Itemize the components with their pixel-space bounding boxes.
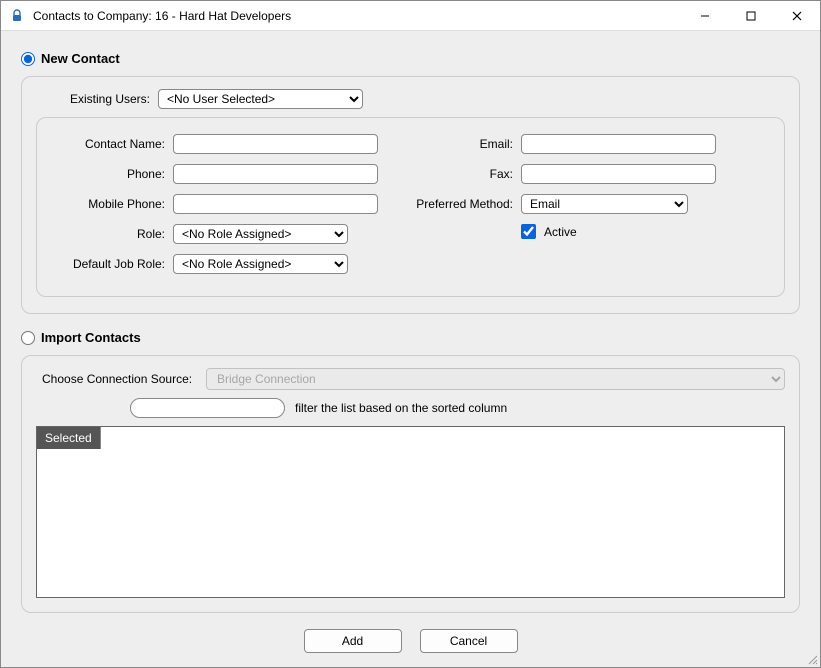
active-checkbox[interactable]: [521, 224, 536, 239]
dialog-window: Contacts to Company: 16 - Hard Hat Devel…: [0, 0, 821, 668]
new-contact-label: New Contact: [41, 51, 120, 66]
phone-input[interactable]: [173, 164, 378, 184]
import-contacts-label: Import Contacts: [41, 330, 141, 345]
mobile-phone-input[interactable]: [173, 194, 378, 214]
default-job-role-select[interactable]: <No Role Assigned>: [173, 254, 348, 274]
role-label: Role:: [51, 227, 173, 241]
window-title: Contacts to Company: 16 - Hard Hat Devel…: [33, 9, 291, 23]
existing-users-select[interactable]: <No User Selected>: [158, 89, 363, 109]
fax-label: Fax:: [411, 167, 521, 181]
active-label: Active: [544, 225, 577, 239]
contact-name-input[interactable]: [173, 134, 378, 154]
phone-label: Phone:: [51, 167, 173, 181]
new-contact-group: Existing Users: <No User Selected> Conta…: [21, 76, 800, 314]
role-select[interactable]: <No Role Assigned>: [173, 224, 348, 244]
import-contacts-group: Choose Connection Source: Bridge Connect…: [21, 355, 800, 613]
preferred-method-label: Preferred Method:: [411, 197, 521, 211]
close-button[interactable]: [774, 1, 820, 31]
contact-fields-group: Contact Name: Phone: Mobile Phone: Role:: [36, 117, 785, 297]
filter-hint: filter the list based on the sorted colu…: [295, 401, 507, 415]
cancel-button[interactable]: Cancel: [420, 629, 518, 653]
minimize-button[interactable]: [682, 1, 728, 31]
resize-grip-icon[interactable]: [806, 653, 818, 665]
email-input[interactable]: [521, 134, 716, 154]
dialog-footer: Add Cancel: [1, 621, 820, 667]
preferred-method-select[interactable]: Email: [521, 194, 688, 214]
content-area: New Contact Existing Users: <No User Sel…: [1, 31, 820, 621]
import-grid[interactable]: Selected: [36, 426, 785, 598]
add-button[interactable]: Add: [304, 629, 402, 653]
existing-users-label: Existing Users:: [36, 92, 158, 106]
connection-source-label: Choose Connection Source:: [36, 372, 206, 386]
grid-column-selected[interactable]: Selected: [37, 427, 101, 449]
maximize-button[interactable]: [728, 1, 774, 31]
filter-input[interactable]: [130, 398, 285, 418]
import-contacts-radio[interactable]: [21, 331, 35, 345]
default-job-role-label: Default Job Role:: [51, 257, 173, 271]
titlebar: Contacts to Company: 16 - Hard Hat Devel…: [1, 1, 820, 31]
contact-name-label: Contact Name:: [51, 137, 173, 151]
fax-input[interactable]: [521, 164, 716, 184]
lock-icon: [9, 8, 25, 24]
mobile-phone-label: Mobile Phone:: [51, 197, 173, 211]
connection-source-select: Bridge Connection: [206, 368, 785, 390]
email-label: Email:: [411, 137, 521, 151]
new-contact-radio[interactable]: [21, 52, 35, 66]
